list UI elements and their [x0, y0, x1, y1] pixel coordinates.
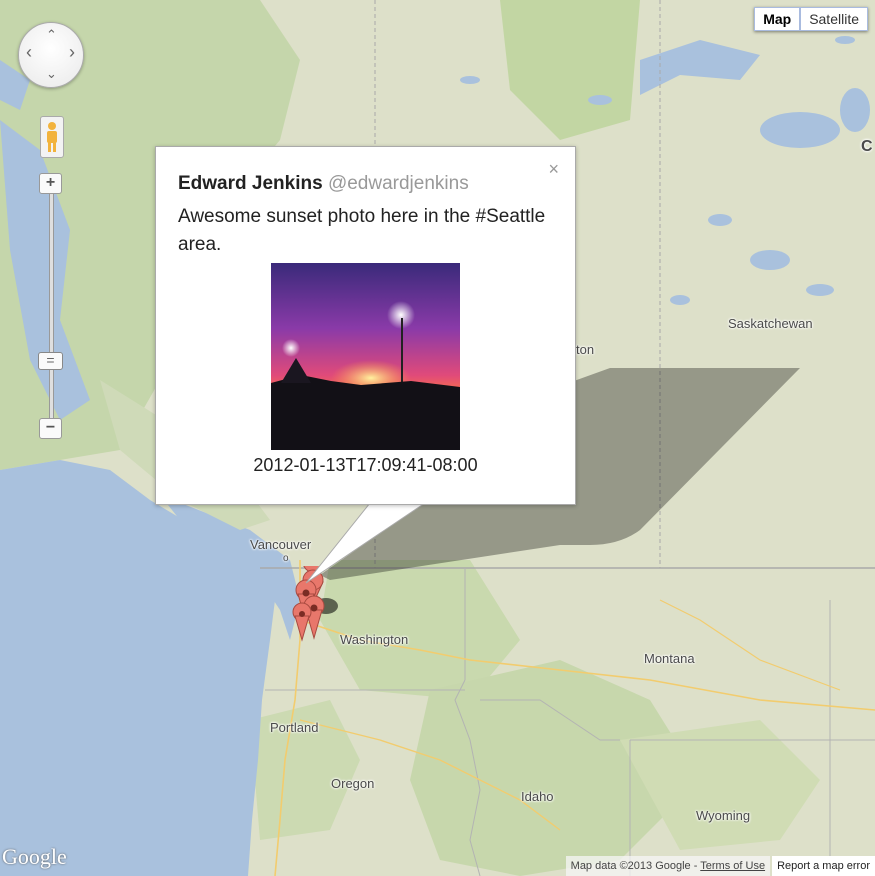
pan-down-icon[interactable]: ⌄ [46, 67, 57, 80]
tweet-author-handle[interactable]: @edwardjenkins [328, 173, 469, 194]
info-window-tail [305, 500, 427, 584]
zoom-in-button[interactable]: + [39, 173, 62, 194]
pan-control[interactable]: ⌃ ⌄ ‹ › [18, 22, 84, 88]
label-idaho: Idaho [521, 789, 554, 804]
terms-of-use-link[interactable]: Terms of Use [700, 860, 765, 872]
tweet-author-name[interactable]: Edward Jenkins [178, 173, 323, 194]
attribution-bar: Map data ©2013 Google - Terms of Use Rep… [565, 856, 875, 876]
pan-up-icon[interactable]: ⌃ [46, 28, 57, 41]
tweet-header: Edward Jenkins @edwardjenkins [178, 173, 469, 195]
label-portland: Portland [270, 720, 319, 735]
label-partial-c: C [861, 138, 873, 155]
tweet-text: Awesome sunset photo here in the #Seattl… [178, 206, 546, 255]
zoom-slider-track[interactable] [49, 192, 54, 428]
label-washington: Washington [340, 632, 409, 647]
pan-right-icon[interactable]: › [69, 43, 75, 61]
label-saskatchewan: Saskatchewan [728, 316, 813, 331]
info-window: × Edward Jenkins @edwardjenkins Awesome … [155, 146, 576, 505]
map-type-control: Map Satellite [754, 7, 868, 31]
zoom-slider-thumb[interactable]: = [38, 352, 63, 370]
pan-left-icon[interactable]: ‹ [26, 43, 32, 61]
tweet-photo[interactable] [271, 263, 460, 450]
label-oregon: Oregon [331, 776, 375, 791]
map-canvas[interactable]: Vancouver o Washington Montana Portland … [0, 0, 875, 876]
label-wyoming: Wyoming [696, 808, 751, 823]
city-dot-icon: o [283, 553, 289, 564]
google-logo[interactable]: Google [2, 844, 67, 870]
zoom-out-button[interactable]: − [39, 418, 62, 439]
map-type-satellite-button[interactable]: Satellite [800, 7, 868, 31]
tweet-timestamp: 2012-01-13T17:09:41-08:00 [253, 455, 478, 475]
map-data-attribution: Map data ©2013 Google - Terms of Use [565, 856, 771, 876]
close-icon[interactable]: × [548, 159, 559, 180]
report-map-error-link[interactable]: Report a map error [772, 856, 875, 876]
label-partial-ton: ton [576, 342, 595, 357]
map-type-map-button[interactable]: Map [754, 7, 801, 31]
street-view-pegman[interactable] [40, 116, 64, 158]
map-data-text: Map data ©2013 Google - [570, 860, 698, 872]
label-montana: Montana [644, 651, 695, 666]
pegman-icon [47, 122, 57, 152]
